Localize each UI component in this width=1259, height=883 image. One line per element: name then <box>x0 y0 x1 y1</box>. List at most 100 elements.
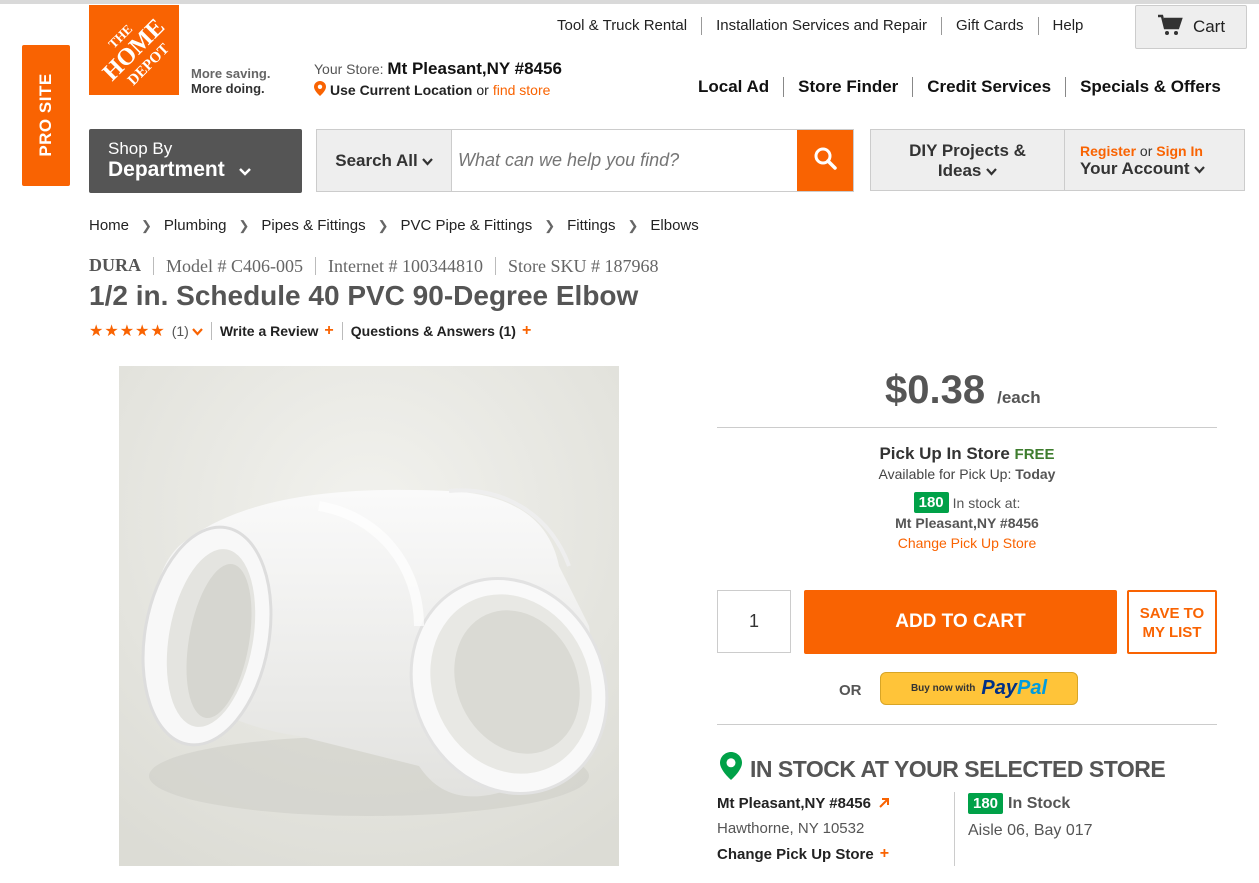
change-pickup-store-link-2[interactable]: Change Pick Up Store <box>717 846 874 863</box>
pro-site-arrow-icon <box>40 195 53 213</box>
logo-mark: THE HOME DEPOT <box>89 5 179 95</box>
search-icon <box>813 146 837 175</box>
nav-credit-services[interactable]: Credit Services <box>913 77 1067 97</box>
quantity-input[interactable]: 1 <box>717 590 791 653</box>
review-count[interactable]: (1) <box>172 323 189 339</box>
top-border <box>0 0 1259 4</box>
breadcrumb-elbows[interactable]: Elbows <box>650 217 698 234</box>
location-pin-icon <box>720 752 742 786</box>
rating-stars[interactable]: ★★★★★ <box>89 321 166 341</box>
selected-store-name[interactable]: Mt Pleasant,NY #8456 <box>717 795 871 812</box>
store-name[interactable]: Mt Pleasant,NY #8456 <box>387 59 562 78</box>
chevron-right-icon: ❯ <box>544 217 556 233</box>
store-address: Hawthorne, NY 10532 <box>717 820 865 837</box>
util-link-installation[interactable]: Installation Services and Repair <box>702 17 943 35</box>
divider <box>210 322 212 340</box>
breadcrumb-home[interactable]: Home <box>89 217 129 234</box>
plus-icon: + <box>324 322 334 339</box>
vertical-divider <box>954 792 955 866</box>
util-link-gift-cards[interactable]: Gift Cards <box>942 17 1039 35</box>
model-number: Model # C406-005 <box>153 256 315 275</box>
search-button[interactable] <box>797 130 853 191</box>
price-amount: $0.38 <box>885 368 986 412</box>
chevron-down-icon <box>986 161 997 180</box>
chevron-down-icon <box>1194 159 1206 178</box>
util-link-tool-rental[interactable]: Tool & Truck Rental <box>543 17 703 35</box>
diy-line1: DIY Projects & <box>909 141 1026 160</box>
or-text: or <box>476 82 489 98</box>
stock-count-badge-2: 180 <box>968 793 1004 814</box>
account-menu[interactable]: Register or Sign In Your Account <box>1064 129 1245 191</box>
sign-in-link[interactable]: Sign In <box>1156 143 1203 159</box>
pickup-title: Pick Up In Store <box>879 444 1010 463</box>
chevron-right-icon: ❯ <box>377 217 389 233</box>
product-image[interactable] <box>119 366 619 866</box>
pickup-store-name: Mt Pleasant,NY #8456 <box>895 515 1039 531</box>
paypal-button[interactable]: Buy now with PayPal <box>880 672 1078 705</box>
save-line2: MY LIST <box>1142 624 1202 641</box>
aisle-location: Aisle 06, Bay 017 <box>968 822 1093 839</box>
shop-by-department-button[interactable]: Shop By Department <box>89 129 302 193</box>
pvc-elbow-image <box>119 366 619 866</box>
chevron-right-icon: ❯ <box>141 217 152 233</box>
nav-local-ad[interactable]: Local Ad <box>684 77 785 97</box>
internet-number: Internet # 100344810 <box>315 256 495 275</box>
external-arrow-icon[interactable] <box>879 795 890 812</box>
save-line1: SAVE TO <box>1139 605 1205 622</box>
pickup-avail-value: Today <box>1015 466 1056 482</box>
product-brand[interactable]: DURA <box>89 255 153 276</box>
stock-count-badge: 180 <box>913 492 949 513</box>
pro-site-label: PRO SITE <box>36 73 55 157</box>
register-link[interactable]: Register <box>1080 143 1136 159</box>
add-to-cart-button[interactable]: ADD TO CART <box>804 590 1117 654</box>
search-input[interactable] <box>452 130 797 191</box>
cart-label: Cart <box>1192 17 1226 36</box>
questions-answers-link[interactable]: Questions & Answers (1) <box>351 323 516 339</box>
utility-nav: Tool & Truck Rental Installation Service… <box>543 17 1097 35</box>
home-depot-logo[interactable]: THE HOME DEPOT <box>89 5 179 95</box>
breadcrumb-fittings[interactable]: Fittings <box>567 217 615 234</box>
search-scope-label: Search All <box>335 150 418 170</box>
divider <box>717 427 1217 428</box>
location-pin-icon <box>314 81 326 99</box>
pickup-avail-label: Available for Pick Up: <box>878 466 1012 482</box>
breadcrumb: Home ❯ Plumbing ❯ Pipes & Fittings ❯ PVC Pi… <box>89 217 699 234</box>
nav-store-finder[interactable]: Store Finder <box>784 77 914 97</box>
your-store-label: Your Store: <box>314 61 384 77</box>
in-stock-header: IN STOCK AT YOUR SELECTED STORE <box>720 752 1166 786</box>
price: $0.38 /each <box>885 368 1041 413</box>
your-account-label: Your Account <box>1080 159 1190 178</box>
tagline-line2: More doing. <box>191 81 265 96</box>
search-bar: Search All <box>316 129 854 192</box>
plus-icon: + <box>521 322 532 339</box>
breadcrumb-pipes-fittings[interactable]: Pipes & Fittings <box>261 217 365 234</box>
main-nav: Local Ad Store Finder Credit Services Sp… <box>684 77 1235 97</box>
diy-projects-button[interactable]: DIY Projects & Ideas <box>870 129 1065 191</box>
plus-icon: + <box>879 845 890 862</box>
pickup-free-badge: FREE <box>1014 446 1055 463</box>
use-current-location-link[interactable]: Use Current Location <box>330 82 472 98</box>
write-review-link[interactable]: Write a Review <box>220 323 319 339</box>
account-or: or <box>1139 143 1153 159</box>
stock-status: 180 In Stock Aisle 06, Bay 017 <box>968 793 1093 840</box>
chevron-down-icon[interactable] <box>192 323 203 339</box>
in-stock-at-label: In stock at: <box>952 494 1021 511</box>
search-scope-dropdown[interactable]: Search All <box>317 130 452 191</box>
chevron-down-icon <box>238 158 251 181</box>
save-to-list-button[interactable]: SAVE TO MY LIST <box>1127 590 1217 654</box>
breadcrumb-pvc-pipe-fittings[interactable]: PVC Pipe & Fittings <box>401 217 533 234</box>
or-separator: OR <box>839 682 862 699</box>
chevron-right-icon: ❯ <box>238 217 250 233</box>
breadcrumb-plumbing[interactable]: Plumbing <box>164 217 227 234</box>
product-meta: DURA Model # C406-005 Internet # 1003448… <box>89 255 670 276</box>
util-link-help[interactable]: Help <box>1039 17 1098 35</box>
cart-button[interactable]: Cart <box>1135 5 1247 49</box>
chevron-down-icon <box>421 151 433 171</box>
pickup-in-store: Pick Up In Store FREE Available for Pick… <box>717 444 1217 551</box>
find-store-link[interactable]: find store <box>493 82 551 98</box>
in-stock-status: In Stock <box>1008 794 1071 812</box>
store-selector: Your Store: Mt Pleasant,NY #8456 Use Cur… <box>314 59 562 99</box>
pro-site-tab[interactable]: PRO SITE <box>22 45 70 208</box>
change-pickup-store-link[interactable]: Change Pick Up Store <box>717 535 1217 551</box>
nav-specials-offers[interactable]: Specials & Offers <box>1066 77 1235 97</box>
